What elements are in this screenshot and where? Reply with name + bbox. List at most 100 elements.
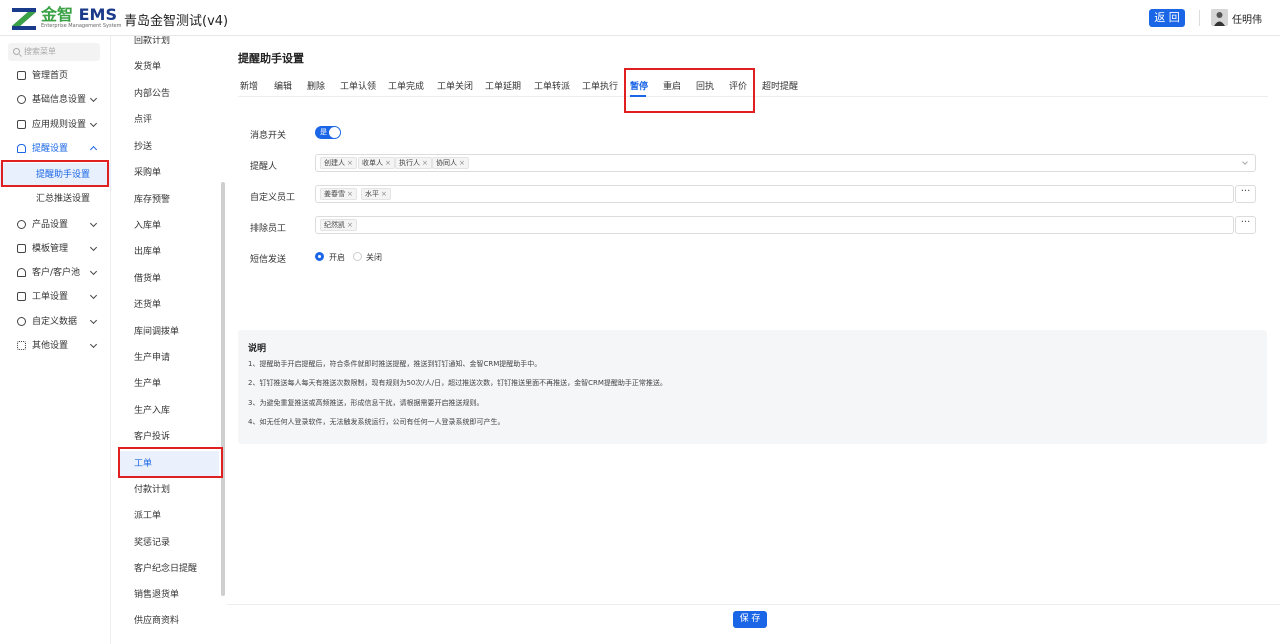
reminder-label: 提醒人 (250, 162, 278, 172)
list-item[interactable]: 客户纪念日提醒 (119, 556, 219, 582)
list-item[interactable]: 奖惩记录 (119, 530, 219, 556)
sidebar-item-ticket-settings[interactable]: 工单设置 (0, 286, 111, 308)
tag-label: 执行人 (399, 159, 420, 167)
list-item[interactable]: 库存预警 (119, 187, 219, 213)
logo-subtitle: Enterprise Management System (41, 23, 122, 29)
list-item[interactable]: 生产申请 (119, 345, 219, 371)
tag: 创建人 × (320, 157, 357, 169)
note-line: 4、如无任何人登录软件，无法触发系统运行，公司有任何一人登录系统即可产生。 (248, 418, 505, 426)
sms-on-label[interactable]: 开启 (329, 252, 345, 263)
chevron-down-icon (89, 243, 98, 252)
tab-ticket-delay[interactable]: 工单延期 (485, 79, 521, 92)
sidebar-item-home[interactable]: 管理首页 (0, 65, 111, 87)
sidebar-item-label: 工单设置 (32, 292, 69, 302)
back-button[interactable]: 返 回 (1149, 9, 1185, 27)
tag-label: 协同人 (436, 159, 457, 167)
save-button[interactable]: 保 存 (733, 611, 767, 628)
clipboard-icon (17, 292, 26, 301)
sidebar-item-app-rules[interactable]: 应用规则设置 (0, 114, 111, 136)
list-item[interactable]: 内部公告 (119, 81, 219, 107)
list-item[interactable]: 付款计划 (119, 477, 219, 503)
home-icon (17, 71, 26, 80)
chevron-down-icon (89, 340, 98, 349)
tab-add[interactable]: 新增 (240, 79, 258, 92)
list-item[interactable]: 入库单 (119, 213, 219, 239)
sms-off-radio[interactable] (353, 252, 362, 261)
users-icon (17, 268, 26, 277)
list-item[interactable]: 生产单 (119, 371, 219, 397)
close-icon[interactable]: × (347, 159, 353, 167)
sidebar-item-templates[interactable]: 模板管理 (0, 238, 111, 260)
app-logo[interactable]: 金智 EMS Enterprise Management System (12, 7, 121, 31)
avatar[interactable] (1211, 9, 1228, 26)
list-item[interactable]: 发货单 (119, 54, 219, 80)
tag: 收单人 × (358, 157, 395, 169)
tag-label: 纪然凯 (324, 221, 345, 229)
note-line: 3、为避免重复推送或高频推送，形成信息干扰，请根据需要开启推送规则。 (248, 399, 484, 407)
user-avatar-icon (1211, 9, 1228, 26)
search-input[interactable]: 搜索菜单 (8, 43, 100, 61)
tag: 协同人 × (432, 157, 469, 169)
custom-employee-label: 自定义员工 (250, 193, 296, 203)
tab-delete[interactable]: 删除 (307, 79, 325, 92)
exclude-employee-field[interactable]: 纪然凯 × (315, 216, 1234, 234)
list-item[interactable]: 回款计划 (119, 36, 219, 54)
close-icon[interactable]: × (381, 190, 387, 198)
exclude-employee-more-button[interactable]: ··· (1235, 216, 1256, 234)
logo-en: EMS (78, 5, 117, 24)
tab-ticket-close[interactable]: 工单关闭 (437, 79, 473, 92)
list-item[interactable]: 库间调拨单 (119, 319, 219, 345)
tag-label: 水平 (365, 190, 379, 198)
logo-mark-icon (12, 8, 36, 30)
custom-employee-field[interactable]: 姜春雪 × 水平 × (315, 185, 1234, 203)
tab-ticket-transfer[interactable]: 工单转派 (534, 79, 570, 92)
tab-ticket-execute[interactable]: 工单执行 (582, 79, 618, 92)
tag: 执行人 × (395, 157, 432, 169)
close-icon[interactable]: × (459, 159, 465, 167)
toggle-text: 是 (320, 128, 327, 136)
list-item[interactable]: 还货单 (119, 292, 219, 318)
sidebar-item-other[interactable]: 其他设置 (0, 335, 111, 357)
scrollbar-thumb[interactable] (221, 182, 225, 596)
reminder-select[interactable]: 创建人 × 收单人 × 执行人 × 协同人 × (315, 154, 1256, 172)
close-icon[interactable]: × (422, 159, 428, 167)
tab-ticket-claim[interactable]: 工单认领 (340, 79, 376, 92)
list-item[interactable]: 派工单 (119, 503, 219, 529)
sms-off-label[interactable]: 关闭 (366, 252, 382, 263)
logo-text: 金智 EMS (41, 7, 117, 23)
sidebar-item-label: 汇总推送设置 (36, 194, 91, 204)
tab-ticket-complete[interactable]: 工单完成 (388, 79, 424, 92)
list-item[interactable]: 采购单 (119, 160, 219, 186)
custom-employee-more-button[interactable]: ··· (1235, 185, 1256, 203)
toggle-knob (329, 127, 340, 138)
list-item[interactable]: 出库单 (119, 239, 219, 265)
sidebar-item-customers[interactable]: 客户/客户池 (0, 262, 111, 284)
list-item[interactable]: 生产入库 (119, 398, 219, 424)
list-item[interactable]: 点评 (119, 107, 219, 133)
bell-icon (17, 144, 26, 153)
user-name[interactable]: 任明伟 (1232, 11, 1262, 26)
sidebar-item-reminder[interactable]: 提醒设置 (0, 138, 111, 160)
list-item[interactable]: 抄送 (119, 134, 219, 160)
close-icon[interactable]: × (385, 159, 391, 167)
list-item[interactable]: 供应商资料 (119, 608, 219, 634)
chevron-down-icon (89, 219, 98, 228)
sidebar-item-custom-data[interactable]: 自定义数据 (0, 311, 111, 333)
close-icon[interactable]: × (347, 221, 353, 229)
highlight-box (1, 160, 109, 187)
chevron-down-icon (89, 316, 98, 325)
close-icon[interactable]: × (347, 190, 353, 198)
sidebar-item-product[interactable]: 产品设置 (0, 214, 111, 236)
tab-edit[interactable]: 编辑 (274, 79, 292, 92)
highlight-box (118, 447, 223, 478)
sidebar-item-summary-push[interactable]: 汇总推送设置 (0, 187, 111, 211)
list-item[interactable]: 借货单 (119, 266, 219, 292)
tab-timeout-reminder[interactable]: 超时提醒 (762, 79, 798, 92)
sidebar-item-label: 提醒设置 (32, 144, 69, 154)
logo-cn: 金智 (41, 5, 74, 24)
list-item[interactable]: 销售退货单 (119, 582, 219, 608)
sidebar-item-basic-info[interactable]: 基础信息设置 (0, 89, 111, 111)
sms-on-radio[interactable] (315, 252, 324, 261)
message-switch-toggle[interactable]: 是 (315, 126, 341, 139)
sidebar-item-label: 基础信息设置 (32, 95, 87, 105)
